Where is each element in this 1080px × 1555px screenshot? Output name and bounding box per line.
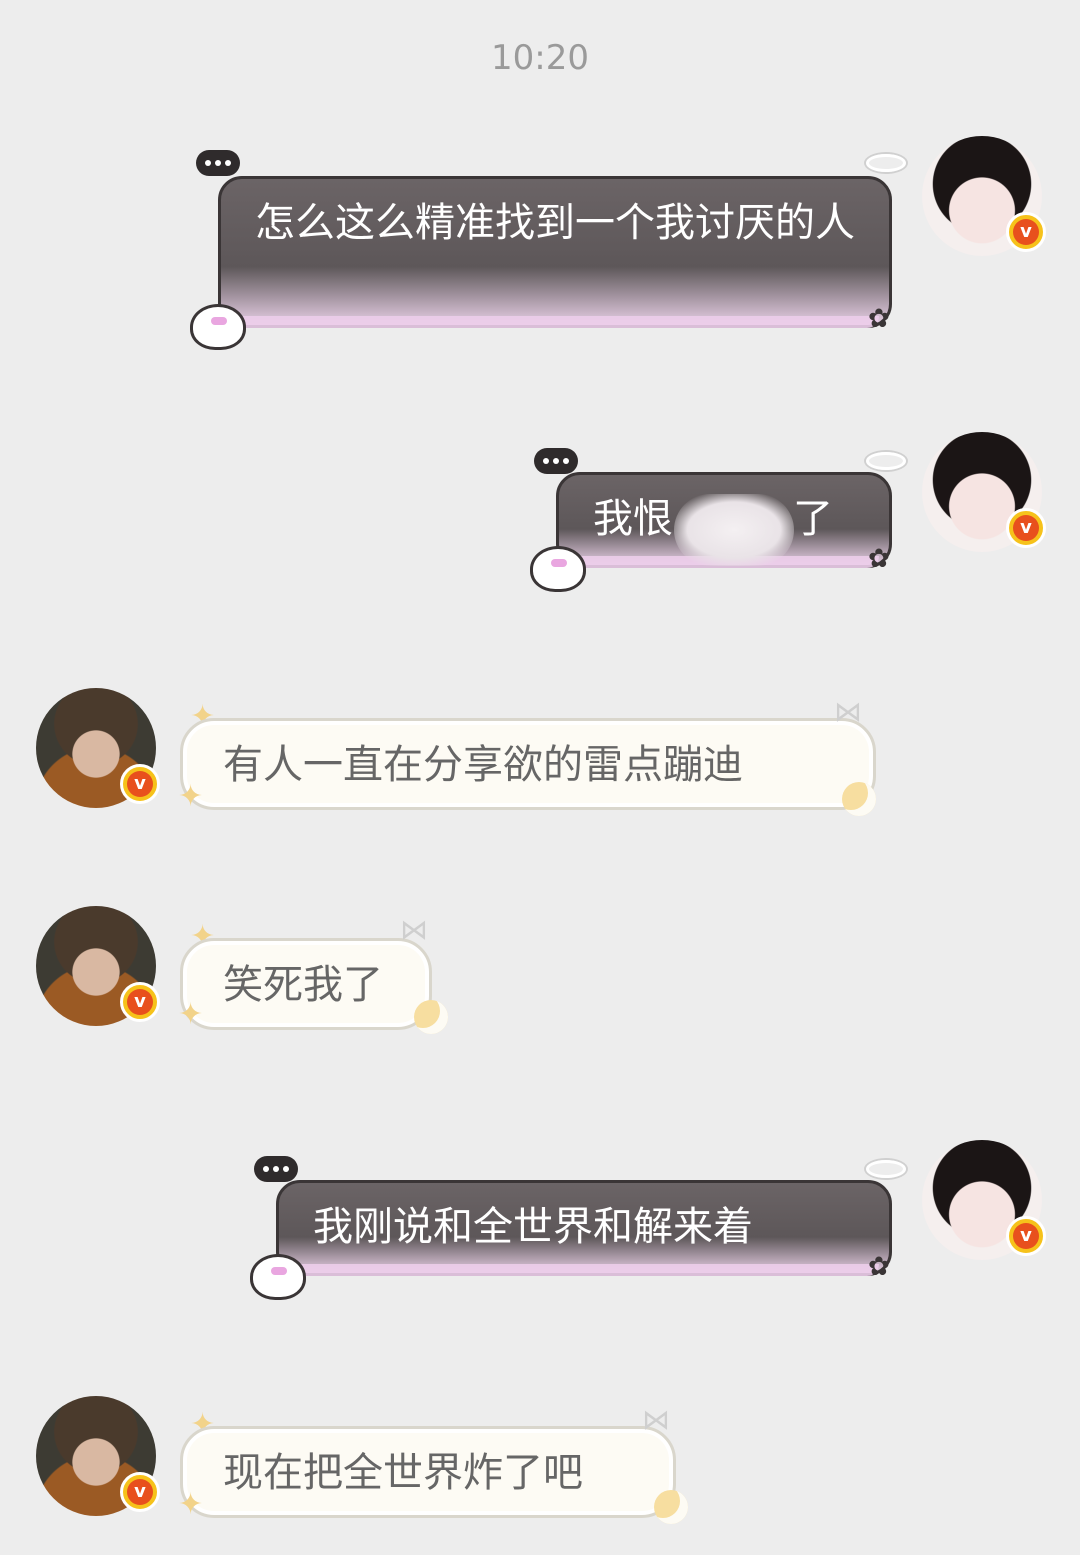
typing-dots-icon <box>196 150 240 176</box>
sparkle-star-icon: ✦ <box>178 779 204 814</box>
avatar[interactable]: v <box>36 688 160 808</box>
crescent-moon-icon <box>842 782 876 816</box>
avatar[interactable]: v <box>922 1140 1046 1260</box>
halo-icon <box>866 1160 906 1178</box>
bow-icon: ✿ <box>868 1252 890 1282</box>
redaction-blur <box>674 494 794 566</box>
message-text-end: 了 <box>793 496 833 542</box>
crescent-moon-icon <box>654 1490 688 1524</box>
halo-icon <box>866 154 906 172</box>
avatar[interactable]: v <box>36 906 160 1026</box>
message-bubble[interactable]: 我刚说和全世界和解来着 <box>276 1180 892 1276</box>
ribbon-icon: ⋈ <box>400 913 428 946</box>
verified-badge: v <box>120 1472 160 1512</box>
ribbon-icon: ⋈ <box>642 1403 670 1436</box>
bunny-sticker-icon <box>250 1254 306 1300</box>
message-text-start: 我恨 <box>593 496 673 542</box>
avatar[interactable]: v <box>922 432 1046 552</box>
crescent-moon-icon <box>414 1000 448 1034</box>
sparkle-star-icon: ✦ <box>178 997 204 1032</box>
typing-dots-icon <box>254 1156 298 1182</box>
chat-timestamp: 10:20 <box>491 38 589 78</box>
message-text: 现在把全世界炸了吧 <box>223 1450 583 1496</box>
halo-icon <box>866 452 906 470</box>
sparkle-star-icon: ✦ <box>178 1487 204 1522</box>
message-text: 我刚说和全世界和解来着 <box>313 1204 753 1250</box>
avatar[interactable]: v <box>922 136 1046 256</box>
message-bubble[interactable]: 有人一直在分享欲的雷点蹦迪 <box>180 718 876 810</box>
message-text: 有人一直在分享欲的雷点蹦迪 <box>223 742 743 788</box>
verified-badge: v <box>120 982 160 1022</box>
typing-dots-icon <box>534 448 578 474</box>
message-bubble[interactable]: 现在把全世界炸了吧 <box>180 1426 676 1518</box>
verified-badge: v <box>1006 1216 1046 1256</box>
bunny-sticker-icon <box>530 546 586 592</box>
bunny-sticker-icon <box>190 304 246 350</box>
message-bubble[interactable]: 笑死我了 <box>180 938 432 1030</box>
verified-badge: v <box>1006 508 1046 548</box>
message-text: 怎么这么精准找到一个我讨厌的人 <box>255 200 855 246</box>
bow-icon: ✿ <box>868 304 890 334</box>
ribbon-icon: ⋈ <box>834 695 862 728</box>
bow-icon: ✿ <box>868 544 890 574</box>
verified-badge: v <box>120 764 160 804</box>
message-bubble[interactable]: 怎么这么精准找到一个我讨厌的人 <box>218 176 892 328</box>
avatar[interactable]: v <box>36 1396 160 1516</box>
verified-badge: v <box>1006 212 1046 252</box>
message-text: 笑死我了 <box>223 962 383 1008</box>
